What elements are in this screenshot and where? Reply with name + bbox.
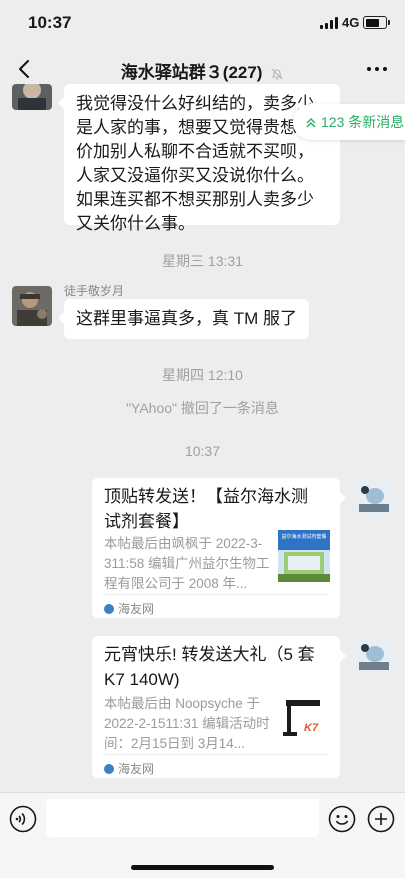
status-time: 10:37 — [28, 13, 72, 32]
sender-name: 徒手敬岁月 — [64, 284, 125, 298]
card-description: 本帖最后由 Noopsyche 于 2022-2-1511:31 编辑活动时间：… — [104, 696, 270, 751]
voice-button[interactable] — [9, 805, 37, 833]
avatar[interactable] — [12, 286, 52, 326]
link-card[interactable]: 顶贴转发送！【益尔海水测试剂套餐】 本帖最后由飒枫于 2022-3-311:58… — [92, 478, 346, 618]
card-title: 元宵快乐! 转发送大礼（5 套 K7 140W) — [104, 645, 315, 689]
message-input[interactable] — [46, 799, 319, 837]
recall-notice: "YAhoo" 撤回了一条消息 — [126, 400, 279, 416]
card-thumbnail: K7 — [278, 692, 330, 744]
divider — [104, 594, 328, 595]
card-source: 海友网 — [104, 760, 154, 777]
battery-icon — [363, 16, 390, 29]
more-dots-icon — [367, 67, 387, 71]
new-messages-label: 123 条新消息 — [321, 114, 405, 130]
chat-title: 海水驿站群３(227) — [0, 58, 405, 83]
new-messages-button[interactable]: 123 条新消息 — [293, 104, 405, 140]
message-bubble[interactable]: 这群里事逼真多，真 TM 服了 — [58, 299, 309, 339]
source-logo-icon — [104, 604, 114, 614]
card-thumbnail: 益尔海水测试剂套餐 — [278, 530, 330, 582]
card-description: 本帖最后由飒枫于 2022-3-311:58 编辑广州益尔生物工程有限公司于 2… — [104, 536, 270, 591]
self-avatar[interactable] — [353, 478, 393, 518]
thumb-caption: 益尔海水测试剂套餐 — [281, 534, 327, 540]
signal-icon — [320, 17, 338, 29]
timestamp: 10:37 — [184, 443, 221, 459]
message-text: 这群里事逼真多，真 TM 服了 — [76, 309, 297, 328]
double-chevron-up-icon — [306, 118, 316, 128]
voice-icon — [9, 805, 37, 833]
divider — [104, 754, 328, 755]
message-text: 我觉得没什么好纠结的，卖多少是人家的事，想要又觉得贵想砍价加别人私聊不合适就不买… — [76, 94, 314, 233]
more-button[interactable] — [362, 54, 392, 84]
source-logo-icon — [104, 764, 114, 774]
emoji-icon — [328, 805, 356, 833]
group-name: 海水驿站群３(227) — [120, 63, 263, 82]
status-bar: 10:37 4G — [0, 0, 405, 46]
link-card[interactable]: 元宵快乐! 转发送大礼（5 套 K7 140W) 本帖最后由 Noopsyche… — [92, 636, 346, 778]
home-indicator — [131, 865, 274, 870]
card-source: 海友网 — [104, 600, 154, 617]
network-label: 4G — [342, 15, 360, 30]
avatar[interactable] — [12, 84, 52, 110]
card-title: 顶贴转发送！【益尔海水测试剂套餐】 — [104, 487, 308, 531]
chat-area[interactable]: 我觉得没什么好纠结的，卖多少是人家的事，想要又觉得贵想砍价加别人私聊不合适就不买… — [0, 84, 405, 792]
mute-bell-icon — [271, 68, 283, 80]
timestamp: 星期四 12:10 — [162, 367, 243, 383]
plus-icon — [367, 805, 395, 833]
timestamp: 星期三 13:31 — [162, 253, 243, 269]
thumb-caption: K7 — [304, 722, 319, 734]
plus-button[interactable] — [367, 805, 395, 833]
emoji-button[interactable] — [328, 805, 356, 833]
self-avatar[interactable] — [353, 636, 393, 676]
message-bubble[interactable]: 我觉得没什么好纠结的，卖多少是人家的事，想要又觉得贵想砍价加别人私聊不合适就不买… — [58, 84, 340, 233]
